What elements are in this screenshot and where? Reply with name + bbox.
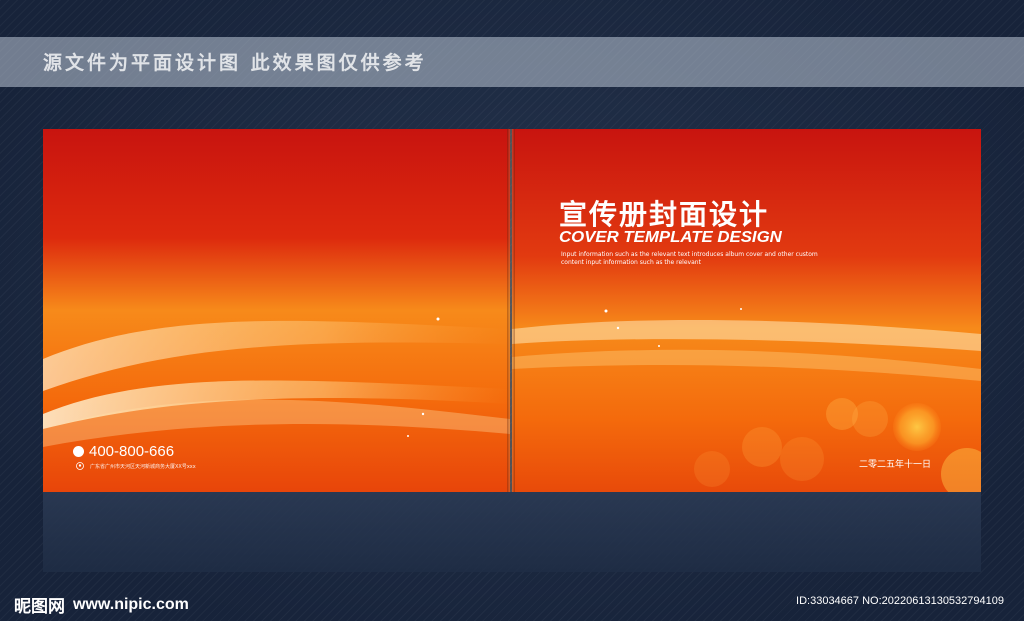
back-cover: 400-800-666 广东省广州市天河区天河新城商务大厦XX号xxx [43, 129, 510, 492]
address-text: 广东省广州市天河区天河新城商务大厦XX号xxx [90, 463, 196, 470]
front-cover: 宣传册封面设计 COVER TEMPLATE DESIGN Input info… [512, 129, 981, 492]
site-watermark: 昵图网 www.nipic.com [14, 592, 189, 618]
front-cover-artwork [512, 129, 981, 492]
back-cover-artwork [43, 129, 510, 492]
address-row: 广东省广州市天河区天河新城商务大厦XX号xxx [76, 462, 196, 470]
preview-notice-banner: 源文件为平面设计图 此效果图仅供参考 [0, 37, 1024, 87]
site-logo: 昵图网 [14, 597, 65, 617]
image-id: ID:33034667 NO:20220613130532794109 [796, 595, 1004, 607]
site-url: www.nipic.com [73, 595, 189, 613]
cover-description: Input information such as the relevant t… [561, 251, 818, 266]
preview-notice-text: 源文件为平面设计图 此效果图仅供参考 [43, 52, 427, 74]
cover-date: 二零二五年十一日 [859, 460, 932, 470]
bullet-icon [73, 446, 84, 457]
cover-subtitle: COVER TEMPLATE DESIGN [559, 229, 782, 246]
mockup-shadow-base [43, 492, 981, 572]
cover-title: 宣传册封面设计 [559, 198, 770, 231]
phone-row: 400-800-666 [73, 443, 174, 460]
phone-number: 400-800-666 [89, 443, 175, 460]
location-pin-icon [76, 462, 84, 470]
book-spine [507, 129, 515, 492]
